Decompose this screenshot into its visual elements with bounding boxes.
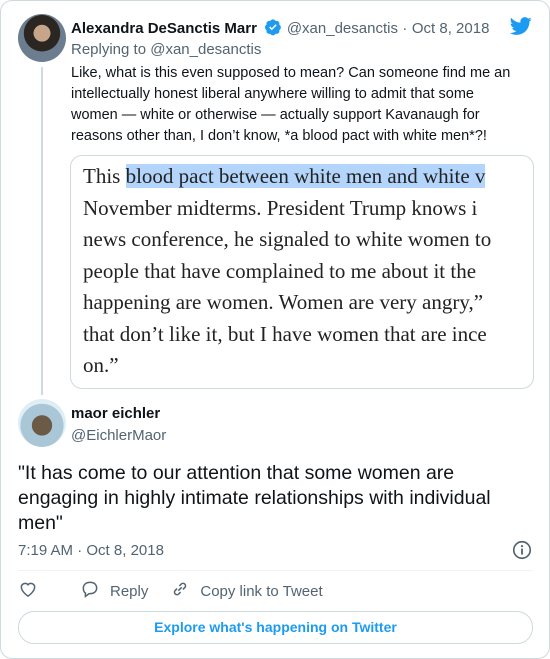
avatar[interactable] (18, 14, 66, 62)
author-name[interactable]: maor eichler (71, 405, 160, 422)
replying-to-handle[interactable]: @xan_desanctis (150, 41, 261, 58)
author-name[interactable]: Alexandra DeSanctis Marr (71, 20, 257, 37)
image-text-line: people that have complained to me about … (83, 258, 477, 283)
tweet-text-line: men" (18, 512, 63, 534)
avatar[interactable] (18, 399, 66, 447)
image-text-line: on.” (83, 353, 119, 377)
reply-button[interactable]: Reply (80, 579, 148, 603)
tweet-header: maor eichler (71, 405, 160, 423)
heart-icon (18, 579, 48, 603)
tweet-text-line: "It has come to our attention that some … (18, 462, 455, 484)
link-icon (170, 579, 200, 603)
image-text: This blood pact between white men and wh… (83, 161, 491, 382)
tweet-embed-card: Alexandra DeSanctis Marr @xan_desanctis … (0, 0, 550, 659)
reply-label: Reply (110, 582, 149, 600)
copy-link-label: Copy link to Tweet (200, 582, 323, 600)
copy-link-button[interactable]: Copy link to Tweet (170, 579, 323, 603)
image-text-line: happening are women. Women are very angr… (83, 290, 484, 314)
tweet-text: Like, what is this even supposed to mean… (71, 63, 531, 147)
tweet-text-line: Like, what is this even supposed to mean… (71, 65, 511, 81)
image-text-line: This blood pact between white men and wh… (83, 161, 491, 193)
author-handle[interactable]: @EichlerMaor (71, 427, 166, 444)
explore-button[interactable]: Explore what's happening on Twitter (18, 611, 533, 644)
separator-dot: · (77, 542, 83, 559)
tweet-text-line: engaging in highly intimate relationship… (18, 487, 491, 509)
separator-dot: · (402, 20, 408, 37)
tweet-time: 7:19 AM (18, 542, 74, 559)
replying-to: Replying to @xan_desanctis (71, 41, 261, 58)
tweet-header: Alexandra DeSanctis Marr @xan_desanctis … (71, 18, 489, 41)
tweet-text: "It has come to our attention that some … (18, 461, 533, 536)
like-button[interactable] (18, 579, 48, 603)
replying-prefix: Replying to (71, 41, 147, 58)
image-text-line: news conference, he signaled to white wo… (83, 227, 492, 251)
author-handle[interactable]: @xan_desanctis (287, 20, 398, 37)
info-icon[interactable] (511, 539, 533, 561)
tweet-timestamp[interactable]: 7:19 AM · Oct 8, 2018 (18, 542, 164, 559)
tweet-text-line: reasons other than, I don’t know, *a blo… (71, 128, 487, 144)
verified-badge-icon (264, 18, 282, 41)
image-text-line: November midterms. President Trump knows… (83, 195, 478, 220)
thread-connector-line (41, 67, 43, 395)
twitter-bird-icon[interactable] (509, 15, 533, 39)
tweet-text-line: women — white or otherwise — actually su… (71, 107, 480, 123)
reply-icon (80, 579, 110, 603)
image-text-highlight: blood pact between white men and white v (125, 164, 486, 188)
tweet-date: Oct 8, 2018 (86, 542, 164, 559)
tweet-actions: Reply Copy link to Tweet (18, 579, 345, 603)
tweet-text-line: intellectually honest liberal anywhere w… (71, 86, 474, 102)
attached-image[interactable]: This blood pact between white men and wh… (70, 155, 534, 389)
divider (18, 570, 533, 571)
image-text-line: that don’t like it, but I have women tha… (83, 321, 487, 346)
image-text-segment: This (83, 164, 126, 188)
tweet-date[interactable]: Oct 8, 2018 (412, 20, 490, 37)
